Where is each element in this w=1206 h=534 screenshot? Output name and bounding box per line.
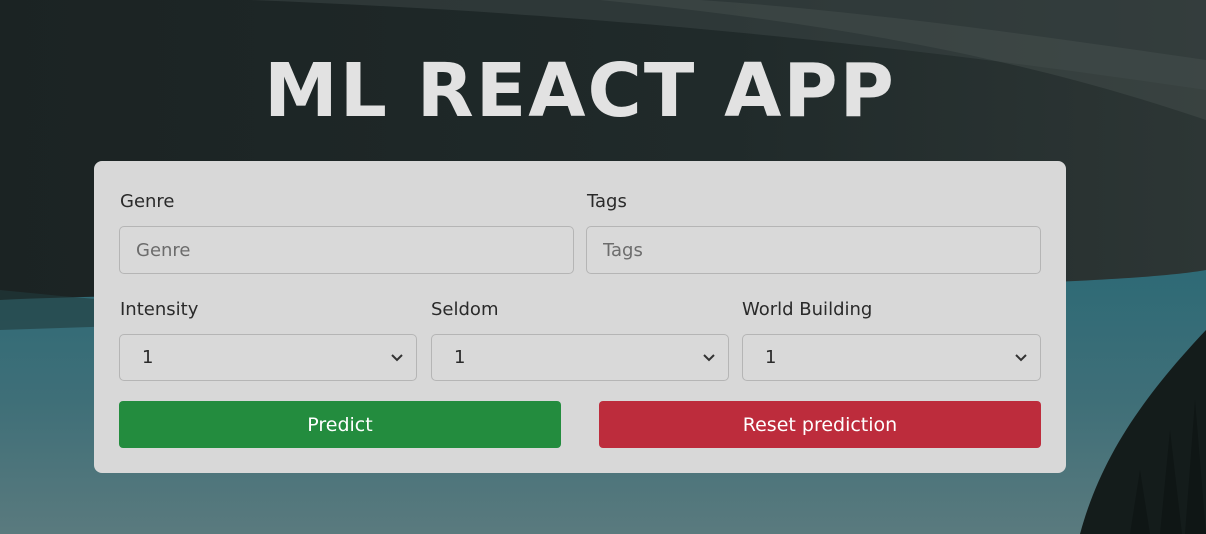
seldom-value: 1	[454, 347, 466, 368]
chevron-down-icon	[391, 353, 403, 361]
reset-prediction-button[interactable]: Reset prediction	[599, 401, 1041, 448]
seldom-select[interactable]: 1	[431, 334, 729, 381]
genre-label: Genre	[120, 191, 175, 212]
intensity-value: 1	[142, 347, 154, 368]
tags-input[interactable]	[586, 226, 1041, 274]
intensity-label: Intensity	[120, 299, 199, 320]
seldom-label: Seldom	[431, 299, 499, 320]
predict-button[interactable]: Predict	[119, 401, 561, 448]
intensity-select[interactable]: 1	[119, 334, 417, 381]
world-building-value: 1	[765, 347, 777, 368]
page-title: ML REACT APP	[264, 48, 896, 134]
world-building-select[interactable]: 1	[742, 334, 1041, 381]
world-building-label: World Building	[742, 299, 873, 320]
chevron-down-icon	[703, 353, 715, 361]
chevron-down-icon	[1015, 353, 1027, 361]
tags-label: Tags	[587, 191, 627, 212]
genre-input[interactable]	[119, 226, 574, 274]
prediction-form: Genre Tags Intensity 1 Seldom 1 World Bu…	[94, 161, 1066, 473]
